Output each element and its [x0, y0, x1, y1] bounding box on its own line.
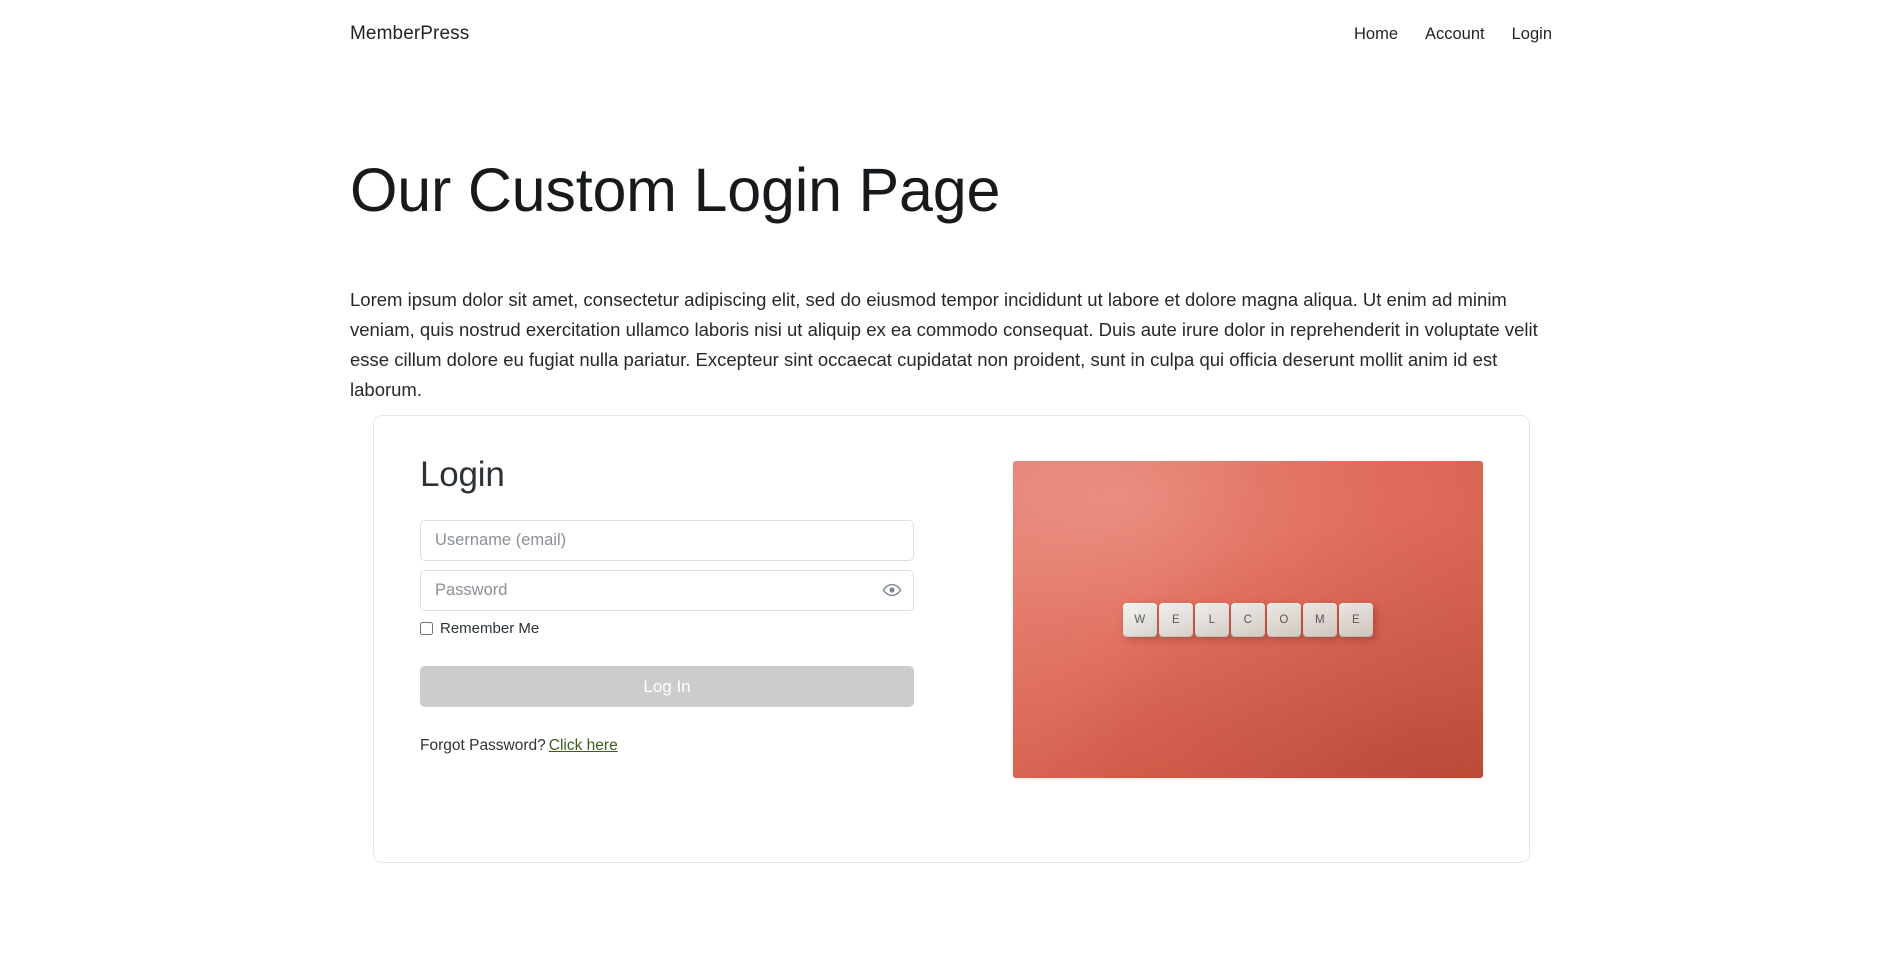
welcome-keycaps: W E L C O M E	[1123, 602, 1373, 637]
login-image-column: W E L C O M E	[914, 456, 1483, 778]
page-root: MemberPress Home Account Login Our Custo…	[0, 0, 1902, 968]
nav-link-home[interactable]: Home	[1354, 25, 1398, 44]
password-input[interactable]	[420, 569, 914, 611]
remember-me-row: Remember Me	[420, 620, 914, 637]
brand-logo[interactable]: MemberPress	[350, 23, 469, 45]
welcome-photo: W E L C O M E	[1013, 461, 1483, 778]
keycap: M	[1303, 602, 1337, 637]
keycap: E	[1159, 602, 1193, 637]
nav-link-login[interactable]: Login	[1512, 25, 1552, 44]
keycap: L	[1195, 602, 1229, 637]
eye-icon-glyph	[882, 583, 902, 597]
forgot-password-text: Forgot Password?	[420, 736, 546, 754]
login-form: Login Username (email) Remember Me Log I…	[420, 455, 914, 755]
login-form-title: Login	[420, 455, 505, 494]
login-card: Login Username (email) Remember Me Log I…	[373, 415, 1530, 863]
username-field-wrapper	[420, 519, 914, 561]
remember-me-label[interactable]: Remember Me	[440, 620, 539, 637]
forgot-password-link[interactable]: Click here	[549, 737, 618, 754]
remember-me-checkbox[interactable]	[420, 621, 433, 635]
username-input[interactable]	[420, 519, 914, 561]
password-field-wrapper	[420, 569, 914, 611]
primary-nav: Home Account Login	[1354, 25, 1552, 44]
keycap: E	[1339, 602, 1373, 637]
page-title: Our Custom Login Page	[350, 156, 1001, 224]
eye-icon[interactable]	[881, 579, 903, 601]
nav-link-account[interactable]: Account	[1425, 25, 1485, 44]
login-card-inner: Login Username (email) Remember Me Log I…	[374, 416, 1529, 778]
log-in-button[interactable]: Log In	[420, 665, 914, 707]
keycap: O	[1267, 602, 1301, 637]
intro-paragraph: Lorem ipsum dolor sit amet, consectetur …	[350, 289, 1538, 400]
keycap: W	[1123, 602, 1157, 637]
keycap: C	[1231, 602, 1265, 637]
forgot-password-row: Forgot Password? Click here	[420, 737, 914, 755]
site-header: MemberPress Home Account Login	[0, 0, 1902, 68]
